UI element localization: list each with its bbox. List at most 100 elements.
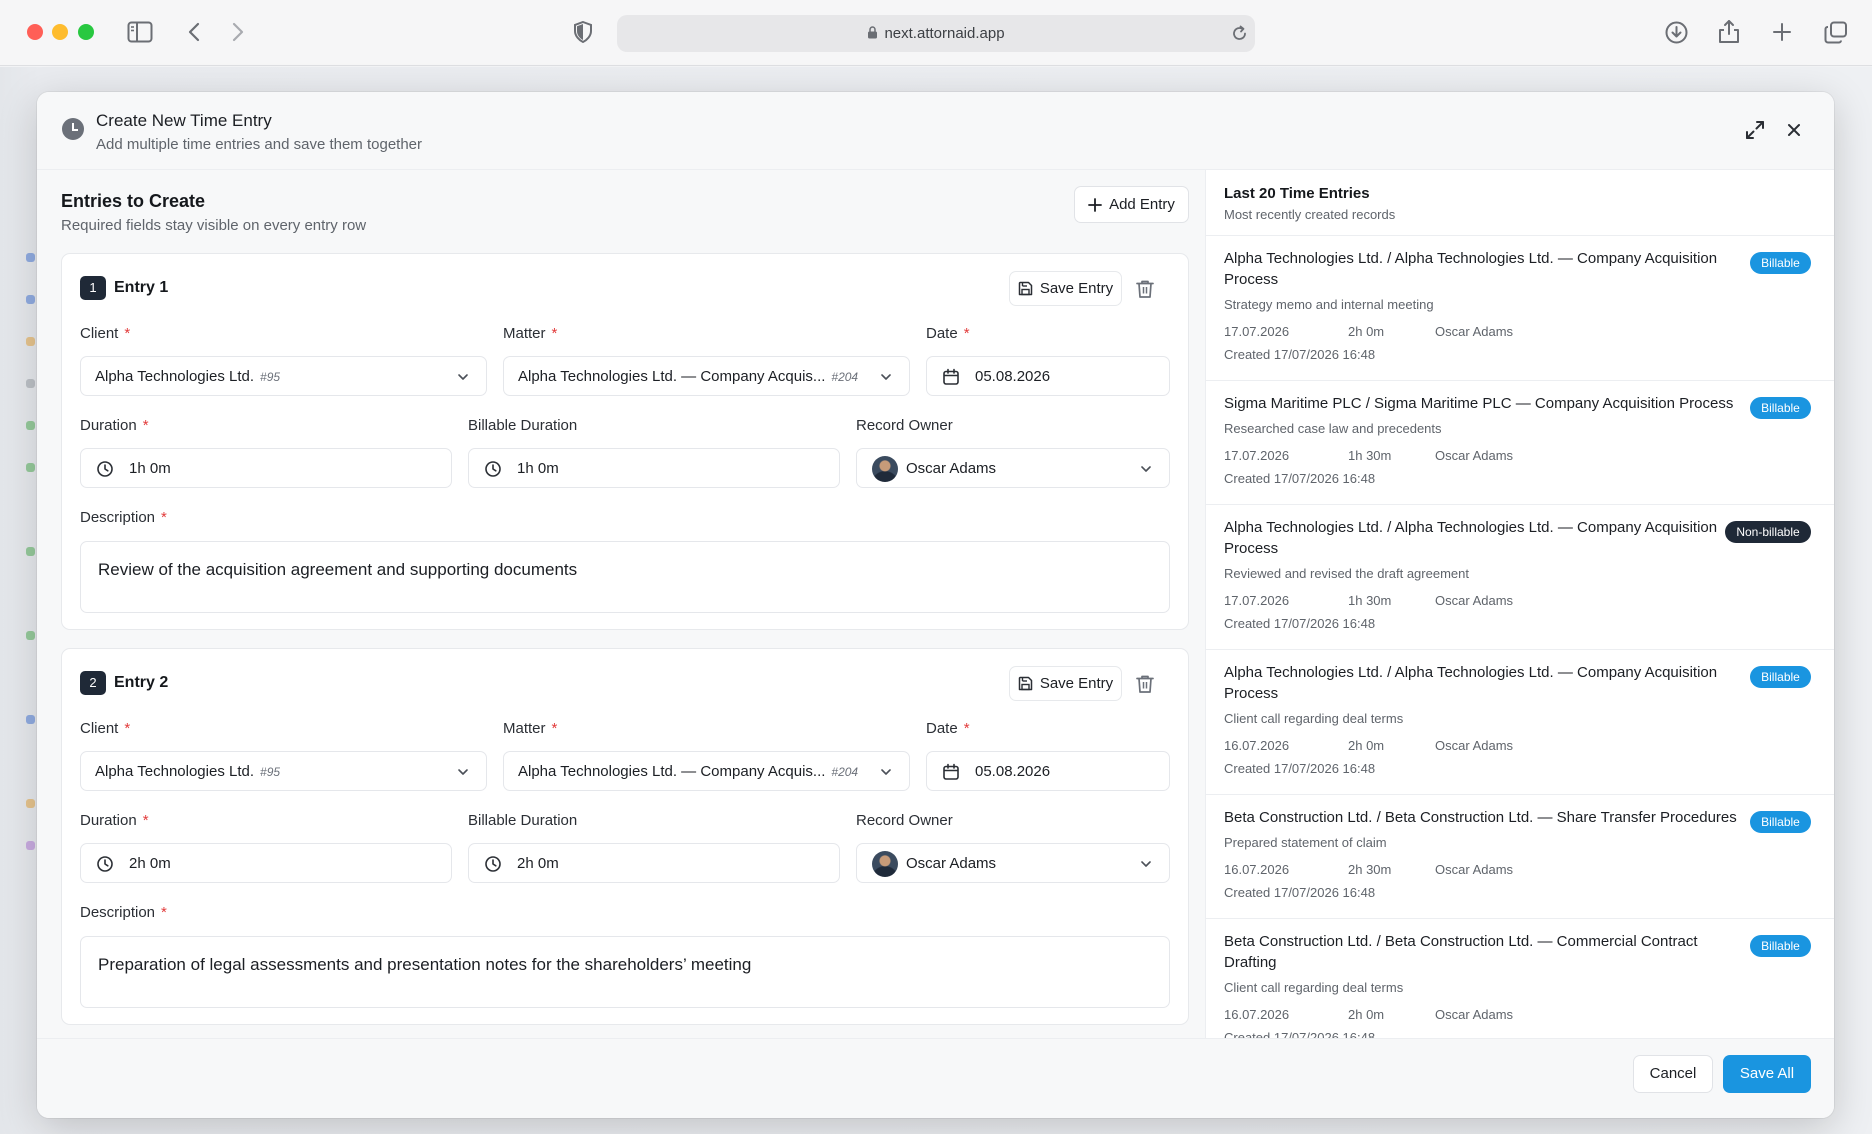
entries-section-subtitle: Required fields stay visible on every en… <box>61 217 367 234</box>
recent-entry-description: Strategy memo and internal meeting <box>1224 297 1434 312</box>
avatar <box>872 851 898 877</box>
billable-duration-input[interactable]: 2h 0m <box>468 843 840 883</box>
save-entry-button[interactable]: Save Entry <box>1009 271 1122 306</box>
trash-icon[interactable] <box>1134 673 1156 695</box>
recent-entries-panel: Last 20 Time Entries Most recently creat… <box>1205 170 1834 1038</box>
recent-entry-description: Reviewed and revised the draft agreement <box>1224 566 1469 581</box>
billable-duration-input[interactable]: 1h 0m <box>468 448 840 488</box>
record-owner-label: Record Owner <box>856 812 953 829</box>
record-owner-label: Record Owner <box>856 417 953 434</box>
date-label: Date * <box>926 325 970 342</box>
close-icon[interactable] <box>1782 118 1806 142</box>
chevron-down-icon <box>458 769 468 775</box>
matter-select[interactable]: Alpha Technologies Ltd. — Company Acquis… <box>503 356 910 396</box>
share-icon[interactable] <box>1718 19 1740 44</box>
entry-title: Entry 1 <box>114 279 169 296</box>
recent-entry-item[interactable]: Alpha Technologies Ltd. / Alpha Technolo… <box>1206 649 1834 794</box>
duration-input[interactable]: 2h 0m <box>80 843 452 883</box>
entries-panel: Entries to Create Required fields stay v… <box>37 170 1205 1038</box>
browser-toolbar: next.attornaid.app <box>0 0 1872 66</box>
entries-section-title: Entries to Create <box>61 191 206 211</box>
description-textarea[interactable]: Preparation of legal assessments and pre… <box>80 936 1170 1008</box>
date-input[interactable]: 05.08.2026 <box>926 751 1170 791</box>
reload-icon[interactable] <box>1231 25 1248 42</box>
trash-icon[interactable] <box>1134 278 1156 300</box>
new-tab-icon[interactable] <box>1772 22 1792 42</box>
privacy-shield-icon[interactable] <box>573 21 593 43</box>
record-owner-select[interactable]: Oscar Adams <box>856 843 1170 883</box>
zoom-window-button[interactable] <box>78 24 94 40</box>
recent-entry-item[interactable]: Beta Construction Ltd. / Beta Constructi… <box>1206 794 1834 918</box>
sidebar-toggle-icon[interactable] <box>127 21 153 43</box>
duration-input[interactable]: 1h 0m <box>80 448 452 488</box>
add-entry-button[interactable]: Add Entry <box>1074 186 1189 223</box>
recent-entry-item[interactable]: Alpha Technologies Ltd. / Alpha Technolo… <box>1206 504 1834 649</box>
back-icon[interactable] <box>187 22 201 42</box>
modal-title: Create New Time Entry <box>96 111 272 130</box>
matter-label: Matter * <box>503 325 558 342</box>
matter-select[interactable]: Alpha Technologies Ltd. — Company Acquis… <box>503 751 910 791</box>
billable-duration-label: Billable Duration <box>468 812 578 829</box>
recent-entry-meta: 17.07.2026 1h 30m Oscar Adams <box>1224 593 1514 608</box>
clock-icon <box>62 118 84 140</box>
recent-entry-created: Created 17/07/2026 16:48 <box>1224 347 1376 362</box>
client-select[interactable]: Alpha Technologies Ltd. #95 <box>80 751 487 791</box>
entry-card: 2 Entry 2 Save Entry Client * Matter * D… <box>61 648 1189 1025</box>
description-label: Description * <box>80 509 167 526</box>
backdrop-nav-dot <box>26 631 35 640</box>
recent-entry-item[interactable]: Sigma Maritime PLC / Sigma Maritime PLC … <box>1206 380 1834 504</box>
save-icon <box>1018 676 1033 691</box>
minimize-window-button[interactable] <box>52 24 68 40</box>
chevron-down-icon <box>1141 466 1151 472</box>
backdrop-nav-dot <box>26 379 35 388</box>
recent-entry-item[interactable]: Beta Construction Ltd. / Beta Constructi… <box>1206 918 1834 1038</box>
modal-footer: Cancel Save All <box>37 1038 1834 1118</box>
recent-entry-item[interactable]: Alpha Technologies Ltd. / Alpha Technolo… <box>1206 235 1834 380</box>
duration-label: Duration * <box>80 812 149 829</box>
lock-icon <box>868 26 878 39</box>
recent-entry-title: Alpha Technologies Ltd. / Alpha Technolo… <box>1224 664 1718 702</box>
recent-entry-description: Client call regarding deal terms <box>1224 980 1404 995</box>
forward-icon[interactable] <box>231 22 245 42</box>
client-select[interactable]: Alpha Technologies Ltd. #95 <box>80 356 487 396</box>
modal-header: Create New Time Entry Add multiple time … <box>37 92 1834 170</box>
recent-entry-title: Beta Construction Ltd. / Beta Constructi… <box>1224 933 1698 971</box>
tab-overview-icon[interactable] <box>1824 21 1848 44</box>
add-entry-label: Add Entry <box>1109 196 1175 213</box>
recent-entry-title: Beta Construction Ltd. / Beta Constructi… <box>1224 809 1737 826</box>
address-bar[interactable]: next.attornaid.app <box>617 15 1255 52</box>
entry-number-badge: 2 <box>80 671 106 695</box>
description-textarea[interactable]: Review of the acquisition agreement and … <box>80 541 1170 613</box>
backdrop-nav-dot <box>26 799 35 808</box>
close-window-button[interactable] <box>27 24 43 40</box>
recent-entries-subtitle: Most recently created records <box>1224 207 1396 222</box>
recent-entry-meta: 17.07.2026 2h 0m Oscar Adams <box>1224 324 1514 339</box>
date-input[interactable]: 05.08.2026 <box>926 356 1170 396</box>
date-label: Date * <box>926 720 970 737</box>
url-text: next.attornaid.app <box>884 25 1005 42</box>
downloads-icon[interactable] <box>1665 21 1688 44</box>
save-all-button[interactable]: Save All <box>1723 1055 1811 1093</box>
clock-icon <box>485 856 501 872</box>
backdrop-nav-dot <box>26 547 35 556</box>
cancel-button[interactable]: Cancel <box>1633 1055 1713 1093</box>
billable-duration-label: Billable Duration <box>468 417 578 434</box>
recent-entry-created: Created 17/07/2026 16:48 <box>1224 761 1376 776</box>
backdrop-nav-dot <box>26 253 35 262</box>
recent-entry-description: Client call regarding deal terms <box>1224 711 1404 726</box>
expand-icon[interactable] <box>1743 118 1767 142</box>
backdrop-nav-dot <box>26 421 35 430</box>
backdrop-nav-dot <box>26 295 35 304</box>
chevron-down-icon <box>881 374 891 380</box>
recent-entry-created: Created 17/07/2026 16:48 <box>1224 471 1376 486</box>
chevron-down-icon <box>1141 861 1151 867</box>
status-badge: Billable <box>1750 666 1811 688</box>
status-badge: Billable <box>1750 935 1811 957</box>
record-owner-select[interactable]: Oscar Adams <box>856 448 1170 488</box>
save-entry-button[interactable]: Save Entry <box>1009 666 1122 701</box>
time-entry-modal: Create New Time Entry Add multiple time … <box>37 92 1834 1118</box>
calendar-icon <box>943 763 959 780</box>
save-icon <box>1018 281 1033 296</box>
save-entry-label: Save Entry <box>1039 675 1114 692</box>
backdrop-nav-dot <box>26 715 35 724</box>
